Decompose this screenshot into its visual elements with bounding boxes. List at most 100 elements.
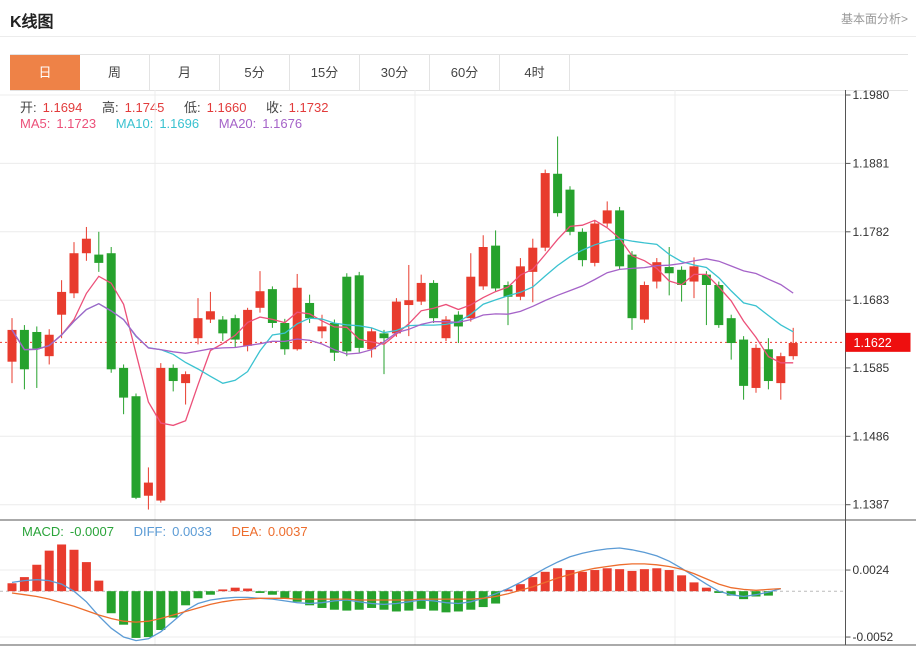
ma20-line xyxy=(12,259,793,354)
axis-tick-label: 1.1881 xyxy=(853,156,890,170)
candle-body xyxy=(32,332,41,349)
candle-body xyxy=(181,374,190,383)
candle-body xyxy=(727,318,736,343)
candle-body xyxy=(380,333,389,338)
axis-tick-label: 1.1387 xyxy=(853,498,890,512)
candle-body xyxy=(752,348,761,388)
macd-bar xyxy=(231,588,240,592)
candle-body xyxy=(156,368,165,501)
axis-tick-label: 1.1486 xyxy=(853,429,890,443)
candle-body xyxy=(764,349,773,381)
tab-30分[interactable]: 30分 xyxy=(360,55,430,90)
macd-bar xyxy=(107,591,116,613)
macd-bar xyxy=(392,591,401,611)
candle-body xyxy=(491,246,500,289)
axis-tick-label: 1.1980 xyxy=(853,90,890,102)
tab-4时[interactable]: 4时 xyxy=(500,55,570,90)
candle-body xyxy=(367,331,376,349)
tab-月[interactable]: 月 xyxy=(150,55,220,90)
candle-body xyxy=(132,396,141,498)
macd-bar xyxy=(132,591,141,638)
tab-60分[interactable]: 60分 xyxy=(430,55,500,90)
macd-bar xyxy=(20,577,29,591)
ma5-line xyxy=(12,220,793,425)
candle-body xyxy=(280,323,289,349)
candle-body xyxy=(119,368,128,398)
candle-body xyxy=(702,275,711,285)
candle-body xyxy=(417,283,426,302)
candle-body xyxy=(342,277,351,352)
ma10-line xyxy=(12,239,793,383)
candle-body xyxy=(169,368,178,381)
current-price-badge-label: 1.1622 xyxy=(854,336,892,350)
macd-bar xyxy=(144,591,153,637)
kline-chart[interactable]: 1.19801.18811.17821.16831.15851.14861.13… xyxy=(0,90,916,651)
axis-tick-label: 1.1782 xyxy=(853,225,890,239)
macd-bar xyxy=(45,551,54,592)
macd-bar xyxy=(603,568,612,591)
candle-body xyxy=(318,326,327,331)
macd-bar xyxy=(652,568,661,591)
candle-body xyxy=(665,267,674,273)
macd-bar xyxy=(94,581,103,592)
candle-body xyxy=(404,300,413,305)
macd-bar xyxy=(32,565,41,591)
macd-bar xyxy=(256,591,265,593)
candle-body xyxy=(243,310,252,346)
candle-body xyxy=(739,340,748,386)
macd-bar xyxy=(739,591,748,599)
tab-5分[interactable]: 5分 xyxy=(220,55,290,90)
macd-bar xyxy=(194,591,203,598)
macd-bar xyxy=(206,591,215,595)
tab-周[interactable]: 周 xyxy=(80,55,150,90)
macd-bar xyxy=(280,591,289,598)
header: K线图 基本面分析> xyxy=(0,0,916,37)
candle-body xyxy=(206,311,215,319)
candle-body xyxy=(603,210,612,223)
candle-body xyxy=(231,318,240,339)
candle-body xyxy=(640,285,649,320)
macd-bar xyxy=(590,570,599,591)
candle-body xyxy=(57,292,66,315)
candle-body xyxy=(429,283,438,318)
macd-bar xyxy=(690,582,699,591)
axis-tick-label: -0.0052 xyxy=(853,630,894,644)
candle-body xyxy=(94,255,103,263)
candle-body xyxy=(70,253,79,293)
macd-bar xyxy=(119,591,128,625)
tab-日[interactable]: 日 xyxy=(10,55,80,90)
axis-tick-label: 0.0024 xyxy=(853,563,890,577)
macd-bar xyxy=(156,591,165,630)
candle-body xyxy=(194,318,203,338)
candle-body xyxy=(82,239,91,254)
macd-bar xyxy=(640,569,649,591)
macd-bar xyxy=(677,575,686,591)
tab-15分[interactable]: 15分 xyxy=(290,55,360,90)
candle-body xyxy=(553,174,562,213)
macd-bar xyxy=(615,569,624,591)
macd-bar xyxy=(702,588,711,592)
candle-body xyxy=(479,247,488,286)
candle-body xyxy=(789,343,798,356)
candle-body xyxy=(268,289,277,323)
macd-bar xyxy=(454,591,463,611)
candle-body xyxy=(144,483,153,496)
interval-tabbar: 日周月5分15分30分60分4时 xyxy=(10,54,908,91)
chart-gridlines xyxy=(0,90,846,645)
macd-bar xyxy=(218,589,227,591)
macd-bar xyxy=(628,571,637,591)
candle-body xyxy=(541,173,550,248)
macd-bar xyxy=(293,591,302,602)
macd-bar xyxy=(578,572,587,591)
candle-body xyxy=(776,356,785,383)
macd-bar xyxy=(181,591,190,605)
candle-body xyxy=(578,232,587,260)
macd-bar xyxy=(268,591,277,595)
axis-labels: 1.19801.18811.17821.16831.15851.14861.13… xyxy=(846,90,894,644)
macd-bar xyxy=(665,570,674,591)
axis-tick-label: 1.1585 xyxy=(853,361,890,375)
candle-body xyxy=(628,255,637,319)
candle-body xyxy=(256,291,265,308)
macd-bar xyxy=(8,583,17,591)
fundamental-analysis-link[interactable]: 基本面分析> xyxy=(841,10,908,27)
